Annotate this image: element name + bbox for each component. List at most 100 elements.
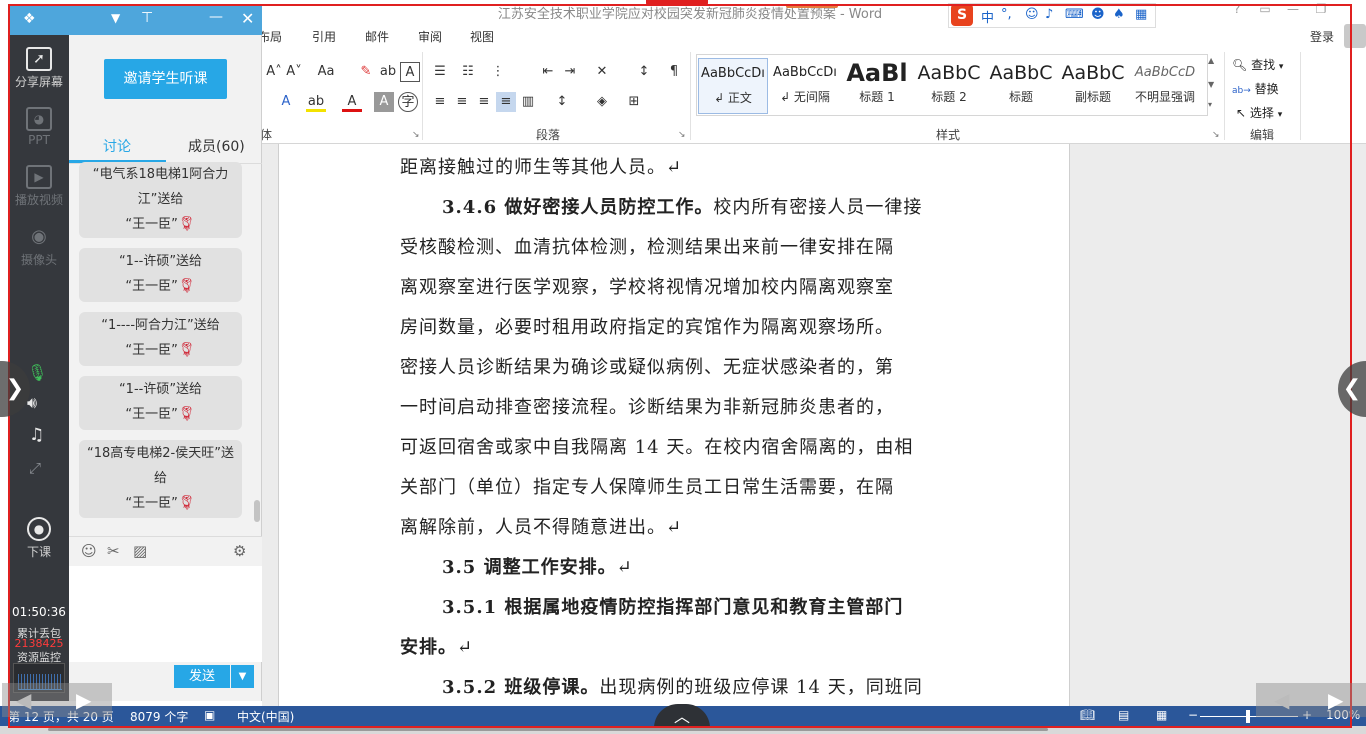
share-frame-bottom [8, 726, 1352, 728]
select-button[interactable]: ↖ 选择 ▾ [1236, 104, 1282, 121]
chat-scrollbar[interactable] [254, 500, 260, 522]
web-layout-icon[interactable]: ▦ [1156, 708, 1167, 722]
doc-line: 3.5.2 班级停课。出现病例的班级应停课 14 天，同班同 [442, 677, 923, 698]
styles-scroll-up-icon[interactable]: ▲ [1208, 56, 1214, 65]
style-subtitle[interactable]: AaBbC 副标题 [1058, 58, 1128, 114]
chinese-layout-icon[interactable]: ✕ [592, 62, 612, 82]
increase-indent-icon[interactable]: ⇥ [560, 62, 580, 82]
fullscreen-icon[interactable]: ⤢ [29, 459, 41, 477]
word-count[interactable]: 8079 个字 [130, 708, 188, 725]
voice-icon[interactable]: ♪ [1045, 7, 1053, 22]
text-effects-icon[interactable]: A [276, 92, 296, 112]
shading-icon[interactable]: ◈ [592, 92, 612, 112]
style-title[interactable]: AaBbC 标题 [986, 58, 1056, 114]
paragraph-dialog-icon[interactable]: ↘ [678, 130, 686, 140]
login-link[interactable]: 登录 [1310, 28, 1334, 45]
language-indicator[interactable]: 中文(中国) [237, 708, 294, 725]
send-options-icon[interactable]: ▼ [231, 665, 254, 688]
line-spacing-icon[interactable]: ↕ [552, 92, 572, 112]
styles-scroll-down-icon[interactable]: ▼ [1208, 80, 1214, 89]
image-icon[interactable]: ▨ [133, 542, 147, 560]
change-case-button[interactable]: Aa [312, 62, 340, 82]
distributed-icon[interactable]: ▥ [518, 92, 538, 112]
skin-icon[interactable]: ♠ [1113, 7, 1125, 22]
minimize-panel-icon[interactable]: — [209, 9, 223, 25]
bullets-icon[interactable]: ☰ [430, 62, 450, 82]
proofing-icon[interactable]: ▣ [204, 708, 215, 722]
font-color-icon[interactable]: A [342, 92, 362, 112]
grow-font-button[interactable]: A˄ [264, 62, 284, 82]
share-frame-handle[interactable] [646, 0, 708, 6]
sogou-logo-icon[interactable]: S [951, 4, 973, 26]
zoom-slider-thumb[interactable] [1246, 710, 1250, 723]
punctuation-icon[interactable]: °, [1001, 7, 1012, 22]
tab-mailings[interactable]: 邮件 [365, 28, 389, 45]
style-subtle-emphasis[interactable]: AaBbCcD 不明显强调 [1130, 58, 1200, 114]
borders-icon[interactable]: ⊞ [624, 92, 644, 112]
toolbox-icon[interactable]: ▦ [1135, 7, 1147, 22]
microphone-icon[interactable]: 🎙︎ [27, 363, 47, 382]
close-panel-icon[interactable]: ✕ [241, 9, 254, 28]
multilevel-list-icon[interactable]: ⋮ [488, 62, 508, 82]
dropdown-icon[interactable]: ▼ [111, 11, 120, 25]
settings-icon[interactable]: ⚙ [233, 542, 246, 560]
justify-icon[interactable]: ≡ [496, 92, 516, 112]
end-class-button[interactable]: ● 下课 [9, 517, 69, 560]
shrink-font-button[interactable]: A˅ [284, 62, 304, 82]
account-avatar[interactable] [1344, 24, 1366, 48]
show-marks-icon[interactable]: ¶ [664, 62, 684, 82]
play-video-button[interactable]: ▶ 播放视频 [9, 165, 69, 208]
invite-students-button[interactable]: 邀请学生听课 [104, 59, 227, 99]
clear-format-icon[interactable]: ✎ [356, 62, 376, 82]
cursor-icon: ↖ [1236, 106, 1247, 120]
find-button[interactable]: 🔍︎ 查找 ▾ [1232, 56, 1283, 73]
sort-icon[interactable]: ↕ [634, 62, 654, 82]
align-left-icon[interactable]: ≡ [430, 92, 450, 112]
char-border-icon[interactable]: A [400, 62, 420, 82]
user-icon[interactable]: ☻ [1091, 7, 1105, 22]
style-no-spacing[interactable]: AaBbCcDı ↲ 无间隔 [770, 58, 840, 114]
pin-icon[interactable]: ⊤ [141, 10, 153, 26]
next-page-icon[interactable]: ▶ [76, 683, 91, 717]
next-page-icon[interactable]: ▶ [1328, 683, 1343, 717]
prev-page-icon[interactable]: ◀ [1274, 683, 1289, 717]
replace-button[interactable]: ab→ 替换 [1232, 80, 1279, 97]
emoji-icon[interactable]: ☺ [1025, 7, 1039, 22]
doc-line: 离解除前，人员不得随意进出。↵ [400, 517, 683, 538]
scissors-icon[interactable]: ✂ [107, 542, 120, 560]
tab-view[interactable]: 视图 [470, 28, 494, 45]
send-button[interactable]: 发送 [174, 665, 230, 688]
tab-members[interactable]: 成员(60) [188, 136, 245, 156]
enclose-char-icon[interactable]: 字 [398, 92, 418, 112]
print-layout-icon[interactable]: ▤ [1118, 708, 1129, 722]
decrease-indent-icon[interactable]: ⇤ [538, 62, 558, 82]
style-heading-1[interactable]: AaBl 标题 1 [842, 58, 912, 114]
char-shading-icon[interactable]: A [374, 92, 394, 112]
keyboard-icon[interactable]: ⌨ [1065, 7, 1084, 22]
highlight-icon[interactable]: ab [306, 92, 326, 112]
styles-dialog-icon[interactable]: ↘ [1212, 130, 1220, 140]
zoom-out-icon[interactable]: − [1188, 708, 1198, 722]
tab-references[interactable]: 引用 [312, 28, 336, 45]
rose-icon: 🌹︎ [177, 216, 196, 232]
style-normal[interactable]: AaBbCcDı ↲ 正文 [698, 58, 768, 114]
document-page[interactable] [278, 144, 1070, 706]
read-mode-icon[interactable]: 📖︎ [1080, 708, 1095, 722]
prev-page-icon[interactable]: ◀ [16, 683, 31, 717]
share-screen-button[interactable]: ➚ 分享屏幕 [9, 47, 69, 90]
music-icon[interactable]: ♫ [29, 425, 44, 445]
gift-message: “1--许硕”送给 “王一臣”🌹︎ [79, 376, 242, 430]
style-heading-2[interactable]: AaBbC 标题 2 [914, 58, 984, 114]
font-dialog-icon[interactable]: ↘ [412, 130, 420, 140]
tab-discussion[interactable]: 讨论 [103, 136, 131, 156]
styles-more-icon[interactable]: ▾ [1208, 100, 1212, 109]
tab-review[interactable]: 审阅 [418, 28, 442, 45]
emoji-icon[interactable]: ☺ [81, 542, 97, 560]
camera-button[interactable]: ◉ 摄像头 [9, 225, 69, 268]
chat-input[interactable] [69, 566, 262, 662]
align-center-icon[interactable]: ≡ [452, 92, 472, 112]
phonetic-guide-icon[interactable]: ab [378, 62, 398, 82]
numbering-icon[interactable]: ☷ [458, 62, 478, 82]
align-right-icon[interactable]: ≡ [474, 92, 494, 112]
ppt-button[interactable]: ◕ PPT [9, 107, 69, 147]
